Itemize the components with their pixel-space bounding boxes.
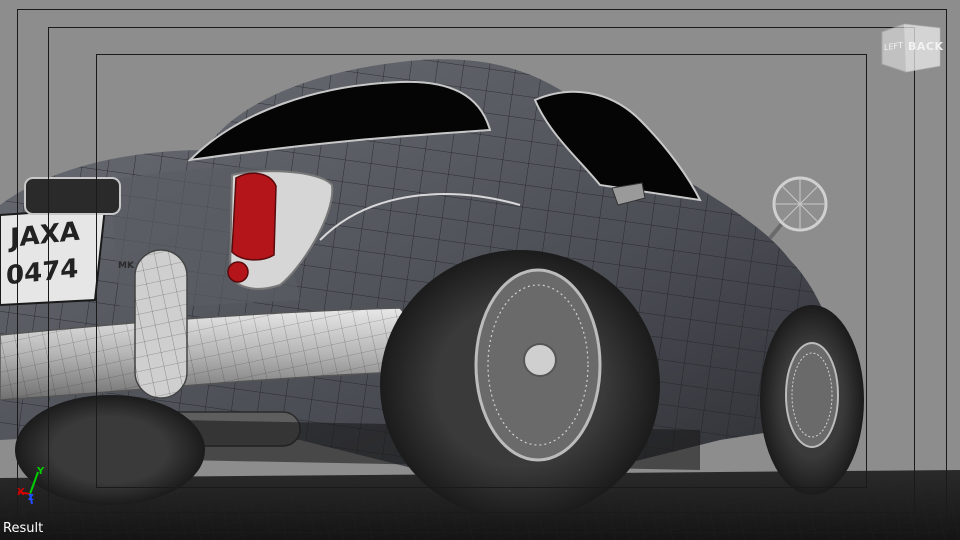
front-wheel <box>760 305 864 495</box>
viewport-label[interactable]: Result <box>3 521 43 536</box>
car-render[interactable]: JAXA 0474 MK <box>0 0 960 540</box>
license-plate: JAXA 0474 <box>0 206 107 307</box>
axis-z-label: Z <box>28 493 34 502</box>
axis-y-label: Y <box>37 466 45 477</box>
axis-x-label: X <box>17 487 25 498</box>
badge-text: MK <box>118 261 135 271</box>
viewcube-face-back[interactable]: BACK <box>908 40 944 53</box>
viewport-3d[interactable]: JAXA 0474 MK LEFT BACK X Y Z Result <box>0 0 960 540</box>
rear-wheel-right <box>380 250 660 520</box>
plate-lamp <box>24 177 121 215</box>
side-mirror <box>768 176 828 240</box>
